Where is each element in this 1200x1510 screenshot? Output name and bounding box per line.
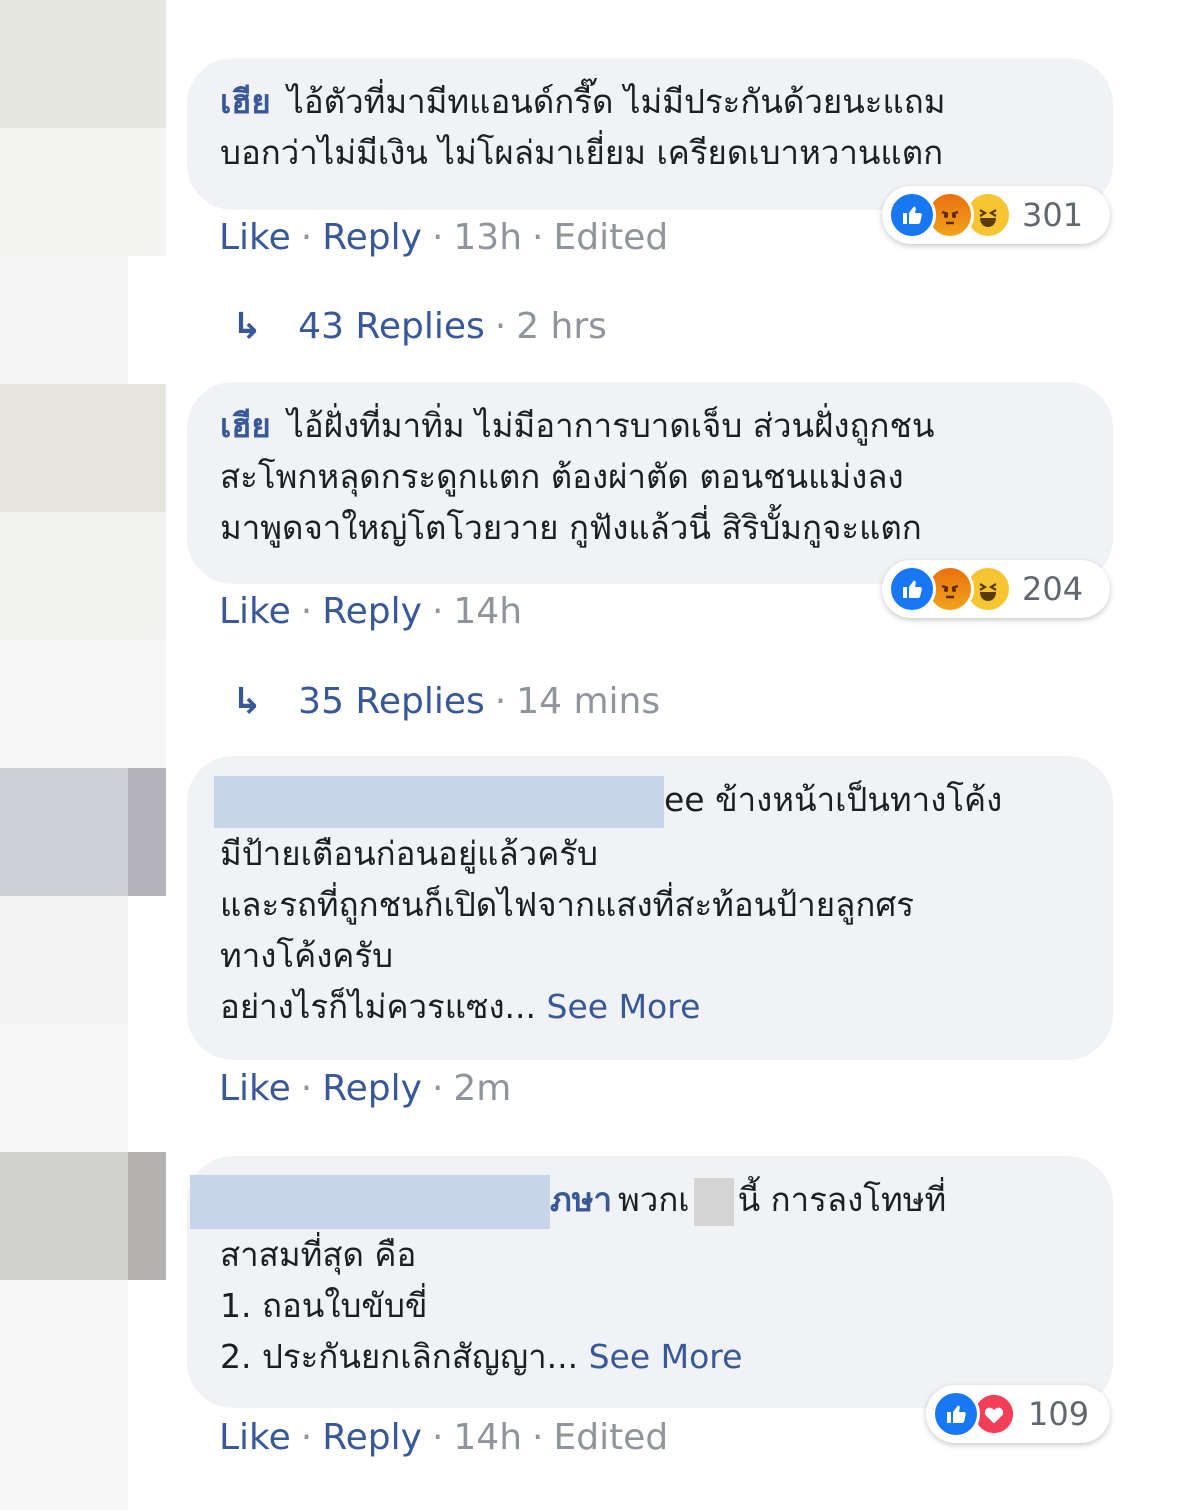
side-image-strip [0, 256, 128, 384]
separator-dot: · [532, 217, 544, 258]
separator-dot: · [300, 1068, 313, 1109]
comment-text: 1. ถอนใบขับขี่ [220, 1285, 428, 1325]
reaction-count: 204 [1022, 570, 1084, 608]
reaction-summary[interactable]: 109 [926, 1385, 1110, 1443]
reaction-summary[interactable]: 204 [882, 560, 1110, 618]
comment-timestamp[interactable]: 14h [453, 1417, 522, 1458]
side-image-strip [0, 1280, 128, 1510]
comment-text: และรถที่ถูกชนก็เปิดไฟจากแสงที่สะท้อนป้าย… [220, 884, 914, 924]
reply-arrow-icon: ↳ [232, 681, 263, 722]
reaction-count: 301 [1022, 196, 1084, 234]
side-image-strip [0, 128, 166, 256]
side-image-strip [0, 640, 166, 768]
comment-author[interactable]: เฮีย [220, 82, 271, 121]
like-reaction-icon [932, 1390, 980, 1438]
comment-actions: Like · Reply · 14h [219, 591, 522, 632]
comment-text: สาสมที่สุด คือ [220, 1234, 417, 1274]
comment-line: ee ข้างหน้าเป็นทางโค้ง [214, 774, 1079, 828]
comment-actions: Like · Reply · 13h · Edited [219, 217, 668, 258]
separator-dot: · [532, 1417, 544, 1458]
separator-dot: · [494, 306, 507, 347]
side-image-strip [0, 768, 128, 896]
like-button[interactable]: Like [219, 1068, 291, 1109]
see-more-link[interactable]: See More [547, 987, 701, 1026]
side-image-strip [0, 1024, 128, 1152]
comment-line: 2. ประกันยกเลิกสัญญา... See More [220, 1331, 1079, 1382]
comment-text: ee ข้างหน้าเป็นทางโค้ง [664, 780, 1003, 819]
separator-dot: · [494, 681, 507, 722]
comment-bubble: เฮีย ไอ้ฝั่งที่มาทิ่ม ไม่มีอาการบาดเจ็บ … [187, 382, 1113, 584]
reply-button[interactable]: Reply [322, 1417, 422, 1458]
edited-label[interactable]: Edited [553, 1417, 668, 1458]
comment-text: ไอ้ฝั่งที่มาทิ่ม ไม่มีอาการบาดเจ็บ ส่วนฝ… [287, 406, 935, 445]
separator-dot: · [300, 217, 313, 258]
side-image-strip [0, 896, 128, 1024]
side-image-strip [0, 384, 166, 512]
reply-arrow-icon: ↳ [232, 306, 263, 347]
blurred-author-name [214, 775, 664, 828]
replies-time: 2 hrs [516, 306, 607, 347]
see-more-link[interactable]: See More [589, 1337, 743, 1376]
comment-text: มาพูดจาใหญ่โตโวยวาย กูฟังแล้วนี่ สิริบั้… [220, 508, 922, 547]
comment-actions: Like · Reply · 14h · Edited [219, 1417, 668, 1458]
replies-count[interactable]: 43 Replies [298, 306, 485, 347]
side-image-strip [0, 512, 166, 640]
replies-time: 14 mins [516, 681, 661, 722]
comment-author[interactable]: ภษา [550, 1180, 612, 1219]
reply-button[interactable]: Reply [322, 217, 422, 258]
comment-timestamp[interactable]: 2m [453, 1068, 511, 1109]
comment-text: 2. ประกันยกเลิกสัญญา... [220, 1336, 579, 1376]
blurred-author-name [190, 1174, 550, 1229]
comment-author[interactable]: เฮีย [220, 406, 271, 445]
separator-dot: · [300, 1417, 313, 1458]
edited-label[interactable]: Edited [553, 217, 668, 258]
comment-actions: Like · Reply · 2m [219, 1068, 511, 1109]
comment-text: อย่างไรก็ไม่ควรแซง... [220, 986, 537, 1026]
comment-timestamp[interactable]: 14h [453, 591, 522, 632]
comment-text: สะโพกหลุดกระดูกแตก ต้องผ่าตัด ตอนชนแม่งล… [220, 457, 904, 496]
comment-timestamp[interactable]: 13h [453, 217, 522, 258]
replies-count[interactable]: 35 Replies [298, 681, 485, 722]
separator-dot: · [431, 591, 444, 632]
reply-button[interactable]: Reply [322, 1068, 422, 1109]
reaction-count: 109 [1028, 1395, 1090, 1433]
view-replies-link[interactable]: ↳ 35 Replies · 14 mins [232, 681, 660, 722]
separator-dot: · [300, 591, 313, 632]
comment-line: เฮีย ไอ้ตัวที่มามีทแอนด์กรี๊ด ไม่มีประกั… [220, 76, 1079, 127]
comment-text: มีป้ายเตือนก่อนอยู่แล้วครับ [220, 833, 598, 873]
side-image-strip [128, 1152, 166, 1280]
comment-line: อย่างไรก็ไม่ควรแซง... See More [220, 981, 1079, 1032]
reaction-summary[interactable]: 301 [882, 186, 1110, 244]
reply-button[interactable]: Reply [322, 591, 422, 632]
like-button[interactable]: Like [219, 591, 291, 632]
like-reaction-icon [888, 565, 936, 613]
like-reaction-icon [888, 191, 936, 239]
separator-dot: · [431, 1068, 444, 1109]
like-button[interactable]: Like [219, 1417, 291, 1458]
comment-bubble: ภษา พวกเ นี้ การลงโทษที่ สาสมที่สุด คือ 1.… [187, 1156, 1113, 1408]
separator-dot: · [431, 1417, 444, 1458]
comment-text: พวกเ [618, 1180, 690, 1219]
blurred-word [693, 1177, 734, 1226]
side-image-strip [128, 768, 166, 896]
side-image-strip [0, 0, 166, 128]
separator-dot: · [431, 217, 444, 258]
comment-text: นี้ การลงโทษที่ [737, 1180, 947, 1219]
comment-text: ไอ้ตัวที่มามีทแอนด์กรี๊ด ไม่มีประกันด้วย… [287, 82, 946, 121]
comment-text: บอกว่าไม่มีเงิน ไม่โผล่มาเยี่ยม เครียดเบ… [220, 133, 944, 172]
side-image-strip [0, 1152, 128, 1280]
comment-bubble: ee ข้างหน้าเป็นทางโค้ง มีป้ายเตือนก่อนอย… [187, 756, 1113, 1060]
like-button[interactable]: Like [219, 217, 291, 258]
comment-line: ภษา พวกเ นี้ การลงโทษที่ [190, 1174, 1079, 1229]
view-replies-link[interactable]: ↳ 43 Replies · 2 hrs [232, 306, 607, 347]
comment-line: เฮีย ไอ้ฝั่งที่มาทิ่ม ไม่มีอาการบาดเจ็บ … [220, 400, 1079, 451]
comment-text: ทางโค้งครับ [220, 935, 394, 975]
